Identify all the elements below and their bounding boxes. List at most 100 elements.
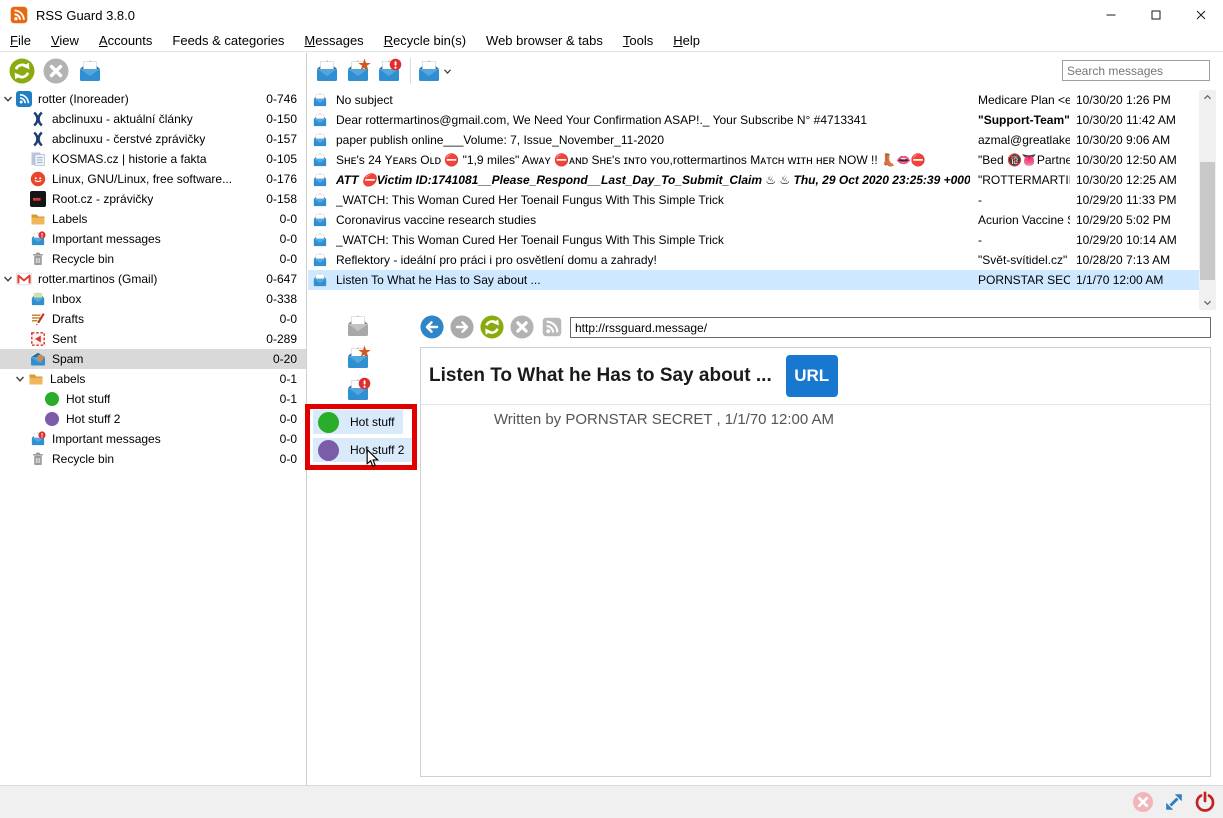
chevron-down-icon[interactable] <box>14 373 26 385</box>
feed-label: Drafts <box>52 312 84 326</box>
folder-icon <box>28 371 44 387</box>
feed-item-recycle-bin[interactable]: Recycle bin0-0 <box>0 249 306 269</box>
chevron-down-icon[interactable] <box>2 273 14 285</box>
feed-item-abclinuxu-aktu-ln-l-nky[interactable]: abclinuxu - aktuální články0-150 <box>0 109 306 129</box>
message-row[interactable]: Sʜᴇ's 24 Yᴇᴀʀs Oʟᴅ ⛔ "1,9 miles" Aᴡᴀʏ ⛔ᴀ… <box>308 150 1199 170</box>
spam-icon <box>30 351 46 367</box>
label-color-dot <box>318 412 339 433</box>
feed-label: Hot stuff <box>66 392 110 406</box>
feed-unread-count: 0-158 <box>266 192 306 206</box>
envelope-blue-icon <box>312 212 328 228</box>
chevron-down-icon[interactable] <box>2 93 14 105</box>
message-row[interactable]: _WATCH: This Woman Cured Her Toenail Fun… <box>308 190 1199 210</box>
feed-item-important-messages[interactable]: Important messages0-0 <box>0 429 306 449</box>
forward-button[interactable] <box>450 315 474 339</box>
update-feeds-button[interactable] <box>8 57 36 85</box>
menu-help[interactable]: Help <box>663 30 710 52</box>
feed-label: Spam <box>52 352 83 366</box>
feed-item-hot-stuff-2[interactable]: Hot stuff 20-0 <box>0 409 306 429</box>
minimize-icon <box>1105 9 1117 21</box>
close-button[interactable] <box>1178 0 1223 30</box>
envelope-blue-icon <box>77 58 103 84</box>
feed-item-rotter-inoreader[interactable]: rotter (Inoreader)0-746 <box>0 89 306 109</box>
refresh-icon <box>480 315 504 339</box>
abclinuxu-icon <box>30 131 46 147</box>
message-list-scrollbar[interactable] <box>1199 90 1216 310</box>
envelope-blue-icon <box>312 232 328 248</box>
feed-item-linux-gnu-linux-free-software[interactable]: Linux, GNU/Linux, free software...0-176 <box>0 169 306 189</box>
minimize-button[interactable] <box>1088 0 1133 30</box>
scrollbar-thumb[interactable] <box>1200 162 1215 280</box>
preview-toolbar: ★ <box>344 312 372 404</box>
stop-update-button[interactable] <box>42 57 70 85</box>
menu-web-browser-tabs[interactable]: Web browser & tabs <box>476 30 613 52</box>
scroll-up-icon[interactable] <box>1199 90 1216 105</box>
feed-label: Labels <box>52 212 87 226</box>
mark-read-button[interactable] <box>76 57 104 85</box>
url-input[interactable] <box>570 317 1211 338</box>
mark-important-button[interactable] <box>344 376 372 404</box>
rss-feed-button[interactable] <box>540 315 564 339</box>
stop-icon <box>43 58 69 84</box>
menu-feeds-categories[interactable]: Feeds & categories <box>162 30 294 52</box>
message-row[interactable]: No subjectMedicare Plan <e...10/30/20 1:… <box>308 90 1199 110</box>
envelope-blue-icon <box>312 192 328 208</box>
feed-item-drafts[interactable]: Drafts0-0 <box>0 309 306 329</box>
menu-tools[interactable]: Tools <box>613 30 663 52</box>
fullscreen-button[interactable] <box>1163 791 1185 813</box>
fullscreen-icon <box>1163 791 1185 813</box>
feed-item-recycle-bin[interactable]: Recycle bin0-0 <box>0 449 306 469</box>
quit-button[interactable] <box>1194 791 1216 813</box>
statusbar <box>0 785 1223 818</box>
scroll-down-icon[interactable] <box>1199 295 1216 310</box>
search-input[interactable] <box>1062 60 1210 81</box>
message-row[interactable]: Dear rottermartinos@gmail.com, We Need Y… <box>308 110 1199 130</box>
mark-read-menu-button[interactable] <box>415 57 453 85</box>
maximize-button[interactable] <box>1133 0 1178 30</box>
refresh-button[interactable] <box>480 315 504 339</box>
stop-button[interactable] <box>510 315 534 339</box>
feed-item-labels[interactable]: Labels0-0 <box>0 209 306 229</box>
feed-label: abclinuxu - čerstvé zprávičky <box>52 132 205 146</box>
feed-item-kosmas-cz-historie-a-fakta[interactable]: KOSMAS.cz | historie a fakta0-105 <box>0 149 306 169</box>
feed-item-labels[interactable]: Labels0-1 <box>0 369 306 389</box>
mark-read-button[interactable] <box>313 57 341 85</box>
feed-item-sent[interactable]: Sent0-289 <box>0 329 306 349</box>
message-date: 10/29/20 5:02 PM <box>1076 213 1199 227</box>
mark-starred-button[interactable]: ★ <box>344 57 372 85</box>
feed-item-inbox[interactable]: Inbox0-338 <box>0 289 306 309</box>
stop-icon <box>510 315 534 339</box>
mark-starred-button[interactable]: ★ <box>344 344 372 372</box>
article-view: Listen To What he Has to Say about ... U… <box>420 347 1211 777</box>
message-row[interactable]: paper publish online___Volume: 7, Issue_… <box>308 130 1199 150</box>
menu-accounts[interactable]: Accounts <box>89 30 162 52</box>
feed-item-spam[interactable]: Spam0-20 <box>0 349 306 369</box>
message-date: 10/30/20 12:50 AM <box>1076 153 1199 167</box>
back-button[interactable] <box>420 315 444 339</box>
menu-file[interactable]: File <box>0 30 41 52</box>
message-row[interactable]: ATT ⛔Victim ID:1741081__Please_Respond__… <box>308 170 1199 190</box>
menu-view[interactable]: View <box>41 30 89 52</box>
menu-recycle-bin-s[interactable]: Recycle bin(s) <box>374 30 476 52</box>
menu-messages[interactable]: Messages <box>294 30 373 52</box>
feed-unread-count: 0-0 <box>280 232 306 246</box>
mark-important-button[interactable] <box>375 57 403 85</box>
feed-item-abclinuxu-erstv-zpr-vi-ky[interactable]: abclinuxu - čerstvé zprávičky0-157 <box>0 129 306 149</box>
article-url-button[interactable]: URL <box>786 355 838 397</box>
feed-item-hot-stuff[interactable]: Hot stuff0-1 <box>0 389 306 409</box>
article-byline: Written by PORNSTAR SECRET , 1/1/70 12:0… <box>421 411 907 428</box>
label-button-hot-stuff[interactable]: Hot stuff <box>313 410 403 434</box>
feed-item-important-messages[interactable]: Important messages0-0 <box>0 229 306 249</box>
message-row[interactable]: Reflektory - ideální pro práci i pro osv… <box>308 250 1199 270</box>
feed-item-root-cz-zpr-vi-ky[interactable]: Root.cz - zprávičky0-158 <box>0 189 306 209</box>
message-row[interactable]: Coronavirus vaccine research studiesAcur… <box>308 210 1199 230</box>
close-disabled-button[interactable] <box>1132 791 1154 813</box>
feed-item-rotter-martinos-gmail[interactable]: rotter.martinos (Gmail)0-647 <box>0 269 306 289</box>
mark-unread-button[interactable] <box>344 312 372 340</box>
label-button-hot-stuff-2[interactable]: Hot stuff 2 <box>313 438 413 462</box>
forward-icon <box>450 315 474 339</box>
message-row[interactable]: Listen To What he Has to Say about ...PO… <box>308 270 1199 290</box>
rssguard-window: RSS Guard 3.8.0 FileViewAccountsFeeds & … <box>0 0 1223 818</box>
gmail-icon <box>16 271 32 287</box>
message-row[interactable]: _WATCH: This Woman Cured Her Toenail Fun… <box>308 230 1199 250</box>
